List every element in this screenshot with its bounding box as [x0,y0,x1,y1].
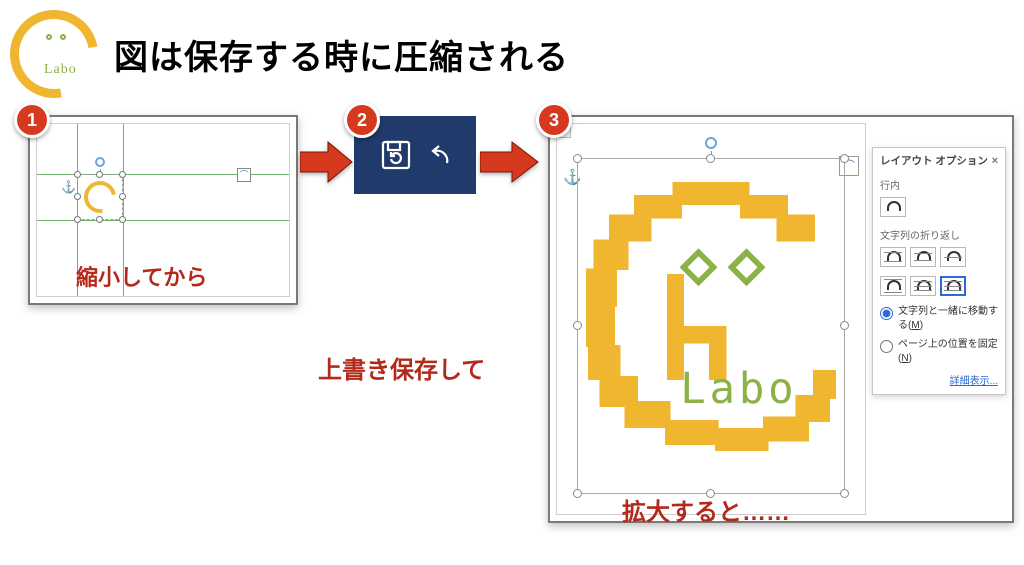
wrap-section-label: 文字列の折り返し [873,223,1005,244]
caption-step3: 拡大すると…… [622,492,790,527]
caption-step1: 縮小してから [76,260,207,292]
resize-handle[interactable] [706,154,715,163]
wrap-row-1 [873,244,1005,273]
resize-handle[interactable] [119,216,126,223]
resize-handle[interactable] [74,216,81,223]
close-icon[interactable]: × [992,155,998,167]
arrow-icon [480,140,540,184]
wrap-through-icon[interactable] [940,247,966,267]
panel-step3: ⚓ ⌒ [548,115,1014,523]
resize-handle[interactable] [840,321,849,330]
resize-handle[interactable] [96,216,103,223]
page-title: 図は保存する時に圧縮される [114,30,569,79]
logo-labo-text: Labo [44,62,77,78]
logo-eyes [46,34,66,40]
radio-move-input[interactable] [880,307,893,320]
rotate-handle-icon[interactable] [95,157,105,167]
resize-handle[interactable] [96,171,103,178]
autosave-icon [379,138,413,172]
layout-pane-title: レイアウト オプション [880,153,988,168]
resize-handle[interactable] [840,154,849,163]
rotate-handle-icon[interactable] [705,137,717,149]
arrow-icon [300,140,354,184]
image-selection-small[interactable] [77,174,123,220]
radio-fix-on-page[interactable]: ページ上の位置を固定(N) [873,335,1005,368]
undo-icon [427,141,451,169]
wrap-square-icon[interactable] [880,247,906,267]
brand-logo: Labo [10,10,98,98]
wrap-front-icon[interactable] [940,276,966,296]
step-badge-1: 1 [14,102,50,138]
wrap-inline-icon[interactable] [880,197,906,217]
wrap-behind-icon[interactable] [910,276,936,296]
layout-options-pane: レイアウト オプション × 行内 文字列の折り返し 文字列と一緒に移動する(M) [872,147,1006,395]
inline-row [873,194,1005,223]
resize-handle[interactable] [119,171,126,178]
step-badge-3: 3 [536,102,572,138]
resize-handle[interactable] [119,193,126,200]
details-link-row: 詳細表示... [873,368,1005,394]
word-canvas-large: ⚓ ⌒ [556,123,866,515]
resize-handle[interactable] [573,321,582,330]
mini-logo-image [84,181,116,213]
resize-handle[interactable] [840,489,849,498]
header: Labo 図は保存する時に圧縮される [10,10,569,98]
image-selection-large[interactable]: Labo [577,158,845,494]
radio-fix-input[interactable] [880,340,893,353]
radio-fix-label: ページ上の位置を固定(N) [898,338,998,365]
radio-move-label: 文字列と一緒に移動する(M) [898,305,998,332]
layout-options-button-small[interactable]: ⌒ [237,168,251,182]
inline-section-label: 行内 [873,173,1005,194]
details-link[interactable]: 詳細表示... [950,376,998,387]
radio-move-with-text[interactable]: 文字列と一緒に移動する(M) [873,302,1005,335]
resize-handle[interactable] [74,193,81,200]
big-logo-labo-text: Labo [680,364,797,413]
resize-handle[interactable] [74,171,81,178]
layout-pane-title-row: レイアウト オプション × [873,148,1005,173]
step-badge-2: 2 [344,102,380,138]
enlarged-logo-image: Labo [586,167,836,485]
wrap-tight-icon[interactable] [910,247,936,267]
logo-c-arc [0,0,115,115]
caption-step2: 上書き保存して [318,350,485,385]
wrap-topbottom-icon[interactable] [880,276,906,296]
resize-handle[interactable] [573,489,582,498]
anchor-icon: ⚓ [61,180,76,194]
wrap-row-2 [873,273,1005,302]
resize-handle[interactable] [573,154,582,163]
